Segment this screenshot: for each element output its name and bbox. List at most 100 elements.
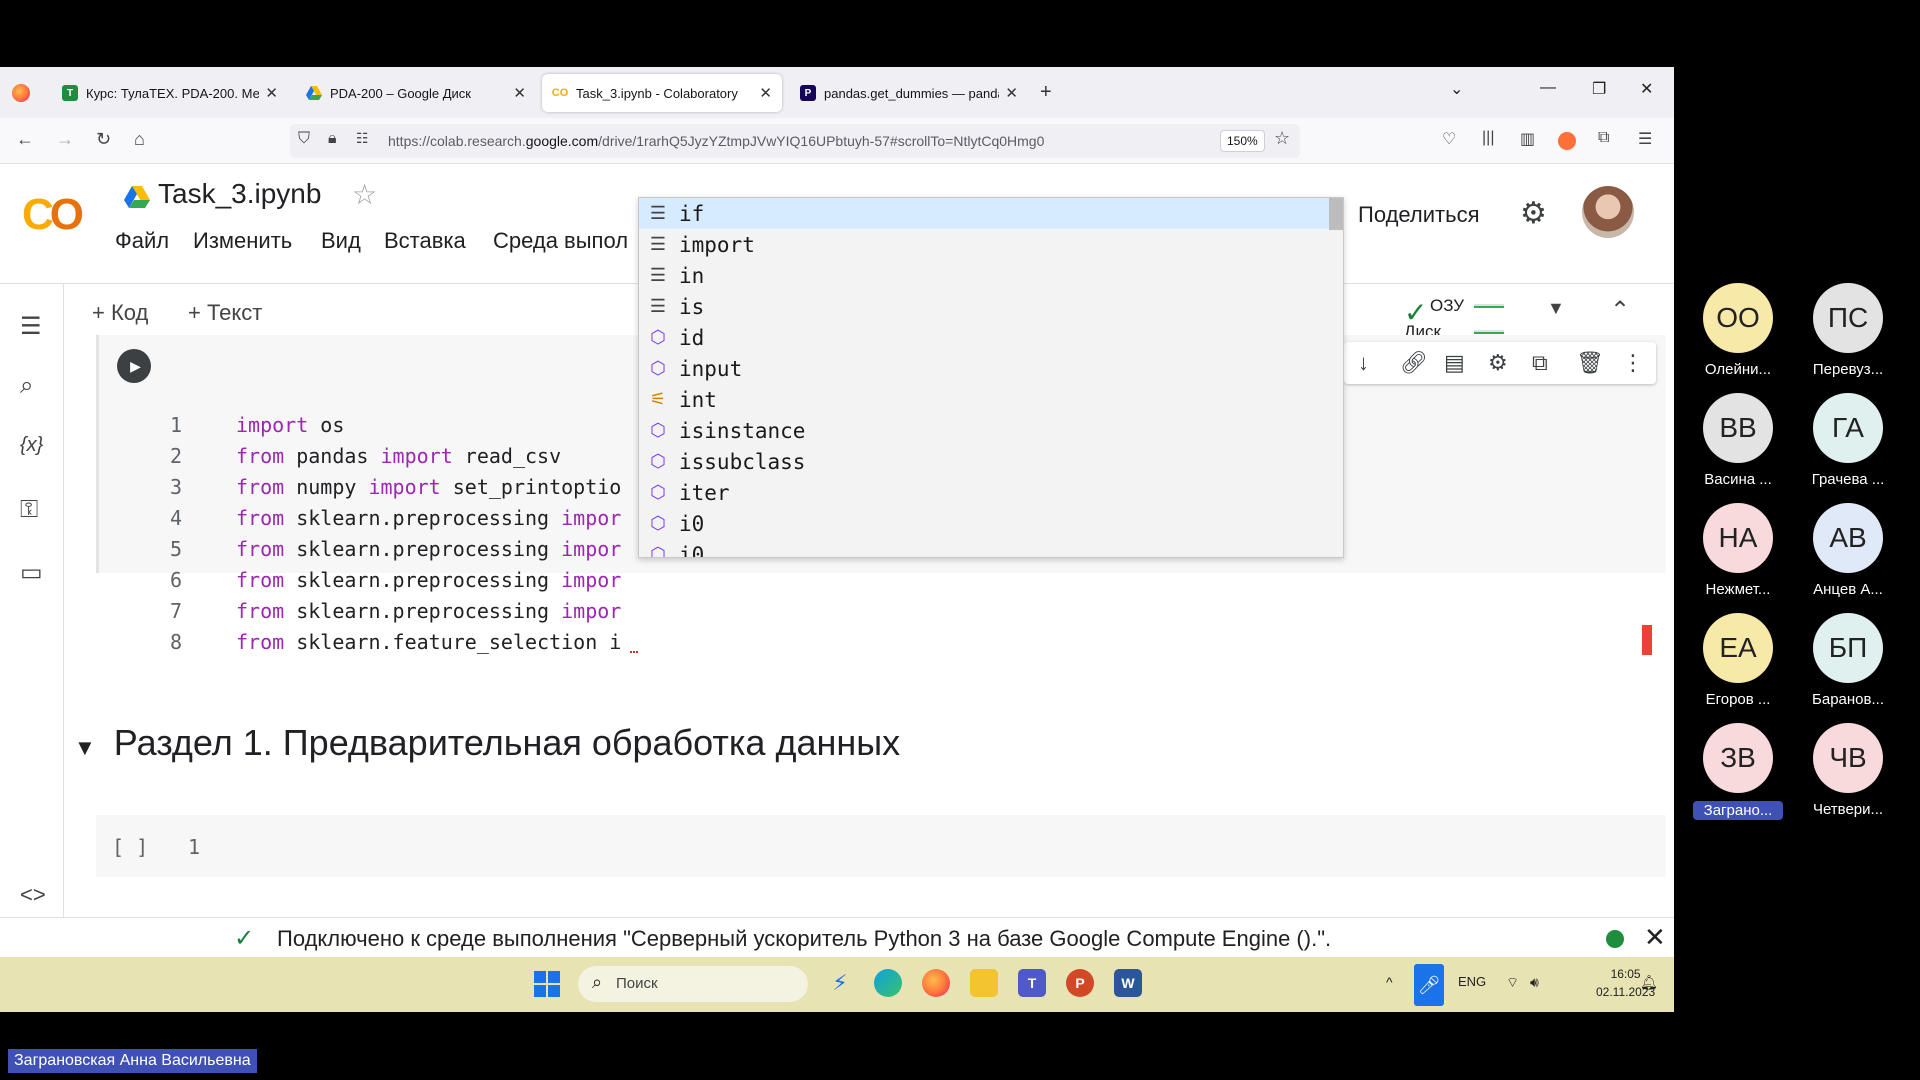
share-button[interactable]: Поделиться xyxy=(1358,202,1479,228)
autocomplete-item[interactable]: ⬡ iter xyxy=(639,477,1329,508)
autocomplete-item[interactable]: ☰ is xyxy=(639,291,1329,322)
participant-tile[interactable]: ЕА Егоров ... xyxy=(1693,613,1783,708)
folder-icon[interactable]: ▭ xyxy=(20,558,43,587)
star-icon[interactable]: ☆ xyxy=(352,178,377,211)
close-icon[interactable]: ✕ xyxy=(759,84,772,102)
more-options-icon[interactable]: ⋮ xyxy=(1622,350,1644,376)
menu-insert[interactable]: Вставка xyxy=(384,228,466,254)
avatar[interactable] xyxy=(1582,186,1634,238)
tab-pandas-docs[interactable]: P pandas.get_dummies — panda ✕ xyxy=(790,74,1028,112)
code-line[interactable]: from sklearn.preprocessing impor xyxy=(236,568,621,592)
autocomplete-item[interactable]: ⬡ id xyxy=(639,322,1329,353)
teams-icon[interactable]: T xyxy=(1018,969,1046,997)
autocomplete-item[interactable]: ⚟ int xyxy=(639,384,1329,415)
autocomplete-item[interactable]: ⬡ i0 xyxy=(639,539,1329,558)
tab-course[interactable]: T Курс: ТулаTEX. PDA-200. Мето ✕ xyxy=(52,74,288,112)
close-icon[interactable]: ✕ xyxy=(1644,922,1666,953)
code-line[interactable]: from sklearn.feature_selection i xyxy=(236,630,621,654)
zoom-level[interactable]: 150% xyxy=(1220,130,1265,152)
autocomplete-scrollbar[interactable] xyxy=(1329,198,1343,230)
participant-tile[interactable]: ПС Перевуз... xyxy=(1803,283,1893,378)
participant-tile[interactable]: БП Баранов... xyxy=(1803,613,1893,708)
notebook-title[interactable]: Task_3.ipynb xyxy=(158,178,321,210)
participant-tile[interactable]: ЧВ Четвери... xyxy=(1803,723,1893,818)
microphone-icon[interactable]: 🎤︎ xyxy=(1414,964,1444,1006)
sidebar-icon[interactable]: ▥ xyxy=(1520,129,1535,149)
add-code-button[interactable]: + Код xyxy=(92,300,148,326)
participant-tile[interactable]: ГА Грачева ... xyxy=(1803,393,1893,488)
close-icon[interactable]: ✕ xyxy=(265,84,278,102)
windows-start-icon[interactable] xyxy=(534,971,560,997)
link-icon[interactable]: 🔗︎ xyxy=(1400,350,1428,376)
delete-icon[interactable]: 🗑︎ xyxy=(1576,350,1604,376)
participant-tile[interactable]: ВВ Васина ... xyxy=(1693,393,1783,488)
taskbar-search[interactable]: ⌕ Поиск xyxy=(578,966,808,1002)
gear-icon[interactable]: ⚙ xyxy=(1520,196,1547,231)
powerpoint-icon[interactable]: P xyxy=(1066,969,1094,997)
section-heading[interactable]: ▼ Раздел 1. Предварительная обработка дан… xyxy=(74,722,900,764)
edge-icon[interactable] xyxy=(874,969,902,997)
notifications-icon[interactable]: 🔔︎ xyxy=(1640,974,1658,991)
reload-icon[interactable]: ↻ xyxy=(96,129,111,150)
run-cell-button[interactable]: [ ] xyxy=(112,835,148,859)
tab-colab[interactable]: CO Task_3.ipynb - Colaboratory ✕ xyxy=(542,74,782,112)
close-icon[interactable]: ✕ xyxy=(1005,84,1018,102)
search-icon[interactable]: ⌕ xyxy=(20,372,33,400)
run-cell-button[interactable]: ▶ xyxy=(117,349,151,383)
tray-chevron-up-icon[interactable]: ^ xyxy=(1386,974,1393,990)
code-line[interactable]: import os xyxy=(236,413,344,437)
url-bar[interactable]: ⛉ 🔒︎ ☷ https://colab.research.google.com… xyxy=(290,124,1300,158)
list-tabs-icon[interactable]: ⌄ xyxy=(1450,79,1463,99)
chevron-up-icon[interactable]: ⌃ xyxy=(1610,296,1630,325)
pocket-icon[interactable]: ♡ xyxy=(1442,129,1456,149)
language-indicator[interactable]: ENG xyxy=(1458,974,1486,989)
key-icon[interactable]: ⚿ xyxy=(20,496,38,524)
settings-icon[interactable]: ⚙ xyxy=(1488,350,1508,376)
extension-icon[interactable] xyxy=(1558,132,1576,150)
minimize-icon[interactable]: — xyxy=(1540,79,1556,97)
wifi-icon[interactable]: ⌔ xyxy=(1506,974,1519,992)
autocomplete-item[interactable]: ⬡ input xyxy=(639,353,1329,384)
table-of-contents-icon[interactable]: ☰ xyxy=(20,312,42,341)
tab-google-drive[interactable]: PDA-200 – Google Диск ✕ xyxy=(296,74,536,112)
code-line[interactable]: from sklearn.preprocessing impor xyxy=(236,506,621,530)
new-tab-button[interactable]: + xyxy=(1040,81,1052,104)
colab-logo[interactable]: CO xyxy=(22,190,84,240)
autocomplete-item[interactable]: ⬡ isinstance xyxy=(639,415,1329,446)
menu-file[interactable]: Файл xyxy=(115,228,169,254)
code-snippets-icon[interactable]: <> xyxy=(20,882,46,908)
menu-view[interactable]: Вид xyxy=(321,228,361,254)
back-icon[interactable]: ← xyxy=(16,129,34,150)
menu-runtime[interactable]: Среда выпол xyxy=(493,228,628,254)
variables-icon[interactable]: {x} xyxy=(20,434,43,457)
lock-icon[interactable]: 🔒︎ xyxy=(328,130,337,148)
word-icon[interactable]: W xyxy=(1114,969,1142,997)
restore-icon[interactable]: ❐ xyxy=(1592,79,1606,99)
window-close-icon[interactable]: ✕ xyxy=(1640,79,1653,99)
extensions-icon[interactable]: ⧉ xyxy=(1598,129,1609,147)
close-icon[interactable]: ✕ xyxy=(513,84,526,102)
move-down-icon[interactable]: ↓ xyxy=(1358,350,1369,376)
autocomplete-item[interactable]: ⬡ issubclass xyxy=(639,446,1329,477)
participant-tile[interactable]: ЗВ Заграно... xyxy=(1693,723,1783,820)
participant-tile[interactable]: НА Нежмет... xyxy=(1693,503,1783,598)
participant-tile[interactable]: ОО Олейни... xyxy=(1693,283,1783,378)
library-icon[interactable]: ||| xyxy=(1482,129,1494,147)
autocomplete-item[interactable]: ☰ if xyxy=(639,198,1329,229)
empty-code-cell[interactable]: [ ] 1 xyxy=(96,815,1666,877)
bookmark-star-icon[interactable]: ☆ xyxy=(1274,128,1290,149)
menu-edit[interactable]: Изменить xyxy=(193,228,292,254)
autocomplete-item[interactable]: ☰ import xyxy=(639,229,1329,260)
collapse-icon[interactable]: ▼ xyxy=(74,735,96,760)
participant-tile[interactable]: АВ Анцев А... xyxy=(1803,503,1893,598)
add-text-button[interactable]: + Текст xyxy=(188,300,262,326)
home-icon[interactable]: ⌂ xyxy=(134,129,145,150)
firefox-icon[interactable] xyxy=(12,84,30,102)
forward-icon[interactable]: → xyxy=(56,129,74,150)
mirror-cell-icon[interactable]: ⧉ xyxy=(1532,350,1548,376)
comment-icon[interactable]: ▤ xyxy=(1444,350,1465,376)
code-line[interactable]: from sklearn.preprocessing impor xyxy=(236,599,621,623)
autocomplete-popup[interactable]: ☰ if ☰ import ☰ in ☰ is ⬡ id ⬡ input ⚟ int ⬡ isinstance… xyxy=(638,197,1344,558)
firefox-icon[interactable] xyxy=(922,969,950,997)
code-line[interactable]: from numpy import set_printoptio xyxy=(236,475,621,499)
